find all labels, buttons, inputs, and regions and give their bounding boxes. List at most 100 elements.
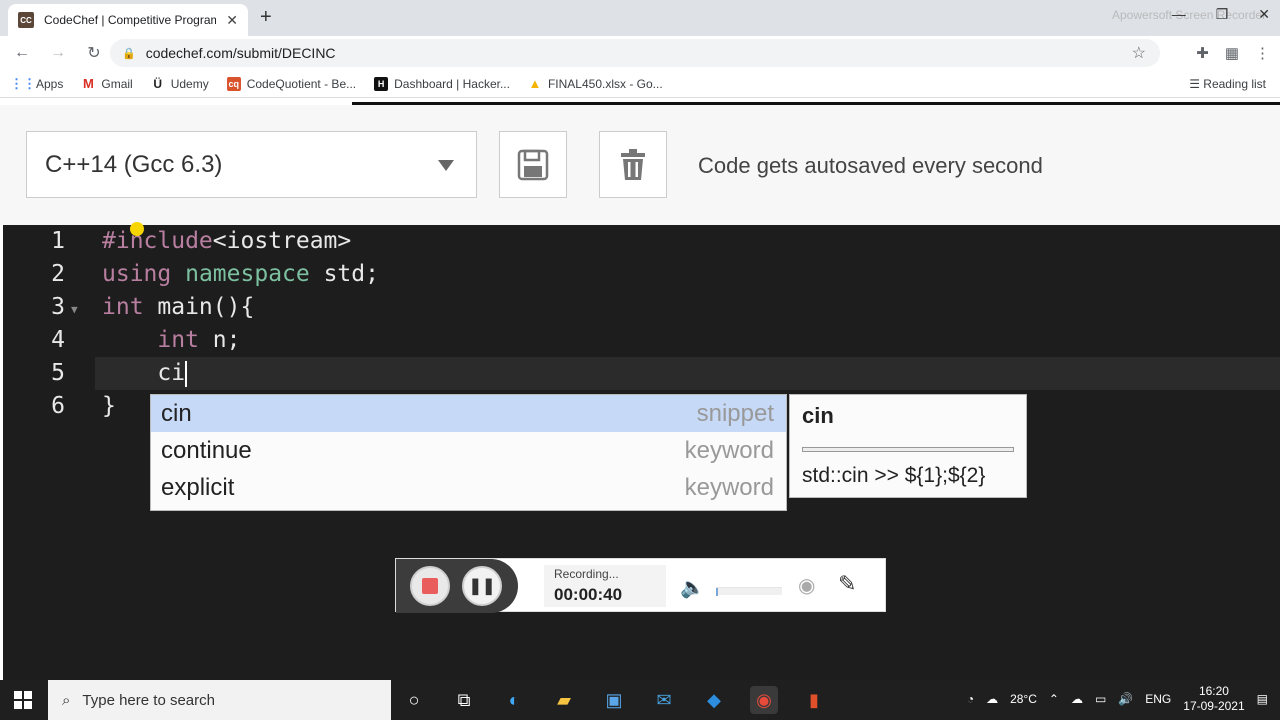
code-line: }	[102, 393, 116, 419]
close-icon[interactable]: ✕	[226, 12, 238, 29]
autocomplete-meta: keyword	[684, 436, 774, 464]
recording-status: Recording... 00:00:40	[544, 565, 666, 607]
mail-icon[interactable]: ✉	[650, 686, 678, 714]
minimize-icon[interactable]: —	[1172, 6, 1186, 23]
text-cursor	[185, 360, 188, 387]
bookmark-hackerrank[interactable]: H Dashboard | Hacker...	[374, 76, 510, 91]
mouse-highlight-dot	[130, 222, 144, 236]
office-icon[interactable]: ▮	[800, 686, 828, 714]
reading-list-icon: ☰	[1189, 77, 1200, 91]
line-number: 5	[51, 360, 65, 386]
pause-icon: ❚❚	[468, 578, 496, 595]
bookmark-apps[interactable]: ⋮⋮ Apps	[10, 75, 63, 91]
browser-tab[interactable]: CC CodeChef | Competitive Program ✕	[8, 4, 248, 36]
code-line: int n;	[157, 327, 241, 353]
apps-grid-icon: ⋮⋮	[10, 75, 36, 91]
volume-slider-fill	[716, 588, 718, 596]
volume-slider[interactable]	[716, 587, 782, 596]
save-button[interactable]	[499, 131, 567, 198]
extension-grid-icon[interactable]: ▦	[1225, 44, 1239, 62]
chevron-down-icon	[438, 160, 454, 171]
chrome-icon[interactable]: ◉	[750, 686, 778, 714]
code-line: int main(){	[102, 294, 255, 320]
line-number: 3	[51, 294, 65, 320]
doc-separator	[802, 447, 1014, 452]
extensions-puzzle-icon[interactable]: ✚	[1196, 44, 1209, 62]
recording-timer: 00:00:40	[554, 585, 623, 604]
onedrive-icon[interactable]: ☁	[1071, 692, 1083, 706]
active-line-highlight	[95, 357, 1280, 390]
back-arrow-icon[interactable]: ←	[8, 44, 36, 62]
bookmark-gmail[interactable]: M Gmail	[81, 76, 133, 91]
code-line: using namespace std;	[102, 261, 379, 287]
task-view-icon[interactable]: ⧉	[450, 686, 478, 714]
editor-toolbar: C++14 (Gcc 6.3) Code gets autosaved ever…	[0, 105, 1280, 225]
search-icon: ⌕	[62, 691, 71, 709]
forward-arrow-icon[interactable]: →	[44, 44, 72, 62]
bookmark-label: Dashboard | Hacker...	[394, 76, 510, 91]
pen-icon[interactable]: ✎	[838, 571, 856, 597]
edge-icon[interactable]: ◐	[500, 686, 528, 714]
autosave-notice: Code gets autosaved every second	[698, 153, 1043, 178]
clock-date: 17-09-2021	[1183, 699, 1245, 713]
notifications-icon[interactable]: ▤	[1257, 692, 1268, 706]
window-controls: — ❐ ✕	[1172, 6, 1270, 23]
speaker-icon[interactable]: 🔈	[680, 575, 705, 600]
file-explorer-icon[interactable]: ▰	[550, 686, 578, 714]
browser-tab-bar: CC CodeChef | Competitive Program ✕ + Ap…	[0, 0, 1280, 36]
bookmark-star-icon[interactable]: ☆	[1132, 43, 1146, 63]
temperature: 28°C	[1010, 692, 1037, 706]
cq-icon: cq	[226, 76, 241, 91]
language-select[interactable]: C++14 (Gcc 6.3)	[26, 131, 477, 198]
new-tab-icon[interactable]: +	[260, 6, 272, 29]
clock-time: 16:20	[1198, 684, 1229, 698]
autocomplete-doc-tooltip: cin std::cin >> ${1};${2}	[789, 394, 1027, 498]
cortana-icon[interactable]: ○	[400, 686, 428, 714]
stop-icon	[422, 578, 438, 594]
bookmark-codequotient[interactable]: cq CodeQuotient - Be...	[226, 76, 356, 91]
taskbar-apps: ○ ⧉ ◐ ▰ ▣ ✉ ◆ ◉ ▮	[400, 686, 828, 714]
bookmark-udemy[interactable]: Ü Udemy	[151, 76, 209, 91]
url-input[interactable]: 🔒 codechef.com/submit/DECINC ☆	[110, 39, 1160, 67]
autocomplete-meta: keyword	[684, 473, 774, 501]
autocomplete-item[interactable]: continue keyword	[151, 432, 786, 469]
windows-start-icon[interactable]	[14, 691, 32, 709]
autocomplete-item[interactable]: cin snippet	[151, 395, 786, 432]
input-language[interactable]: ENG	[1145, 692, 1171, 706]
network-status-icon[interactable]: ◔	[967, 692, 974, 706]
maximize-icon[interactable]: ❐	[1216, 6, 1229, 23]
line-number: 2	[51, 261, 65, 287]
url-text: codechef.com/submit/DECINC	[145, 45, 336, 61]
stop-record-button[interactable]	[410, 566, 450, 606]
drive-icon: ▲	[528, 76, 542, 91]
clock[interactable]: 16:20 17-09-2021	[1183, 684, 1244, 714]
taskbar-search-input[interactable]: ⌕ Type here to search	[48, 680, 391, 720]
autocomplete-meta: snippet	[696, 399, 774, 427]
autocomplete-label: cin	[161, 399, 192, 427]
delete-button[interactable]	[599, 131, 667, 198]
menu-dots-icon[interactable]: ⋮	[1255, 44, 1270, 62]
store-icon[interactable]: ▣	[600, 686, 628, 714]
tray-chevron-up-icon[interactable]: ⌃	[1049, 692, 1059, 706]
pause-record-button[interactable]: ❚❚	[462, 566, 502, 606]
battery-icon[interactable]: ▭	[1095, 692, 1106, 706]
weather-cloud-icon[interactable]: ☁	[986, 692, 998, 706]
webcam-icon[interactable]: ◉	[798, 573, 815, 598]
autocomplete-label: explicit	[161, 473, 235, 501]
fold-arrow-icon[interactable]: ▼	[71, 303, 78, 316]
system-tray: ◔ ☁ 28°C ⌃ ☁ ▭ 🔊 ENG 16:20 17-09-2021 ▤	[967, 684, 1268, 714]
recording-label: Recording...	[554, 567, 619, 581]
autocomplete-item[interactable]: explicit keyword	[151, 469, 786, 506]
reading-list[interactable]: ☰ Reading list	[1189, 77, 1266, 91]
floppy-disk-icon	[517, 149, 549, 180]
bookmark-label: Udemy	[170, 76, 209, 91]
volume-icon[interactable]: 🔊	[1118, 692, 1133, 706]
bookmark-label: FINAL450.xlsx - Go...	[547, 76, 663, 91]
doc-body: std::cin >> ${1};${2}	[802, 464, 986, 487]
reload-icon[interactable]: ↻	[80, 43, 108, 63]
line-number: 4	[51, 327, 65, 353]
window-close-icon[interactable]: ✕	[1258, 6, 1270, 23]
bookmark-final450[interactable]: ▲ FINAL450.xlsx - Go...	[528, 76, 663, 91]
security-icon[interactable]: ◆	[700, 686, 728, 714]
line-gutter: 1 2 3 ▼ 4 5 6	[3, 225, 95, 680]
